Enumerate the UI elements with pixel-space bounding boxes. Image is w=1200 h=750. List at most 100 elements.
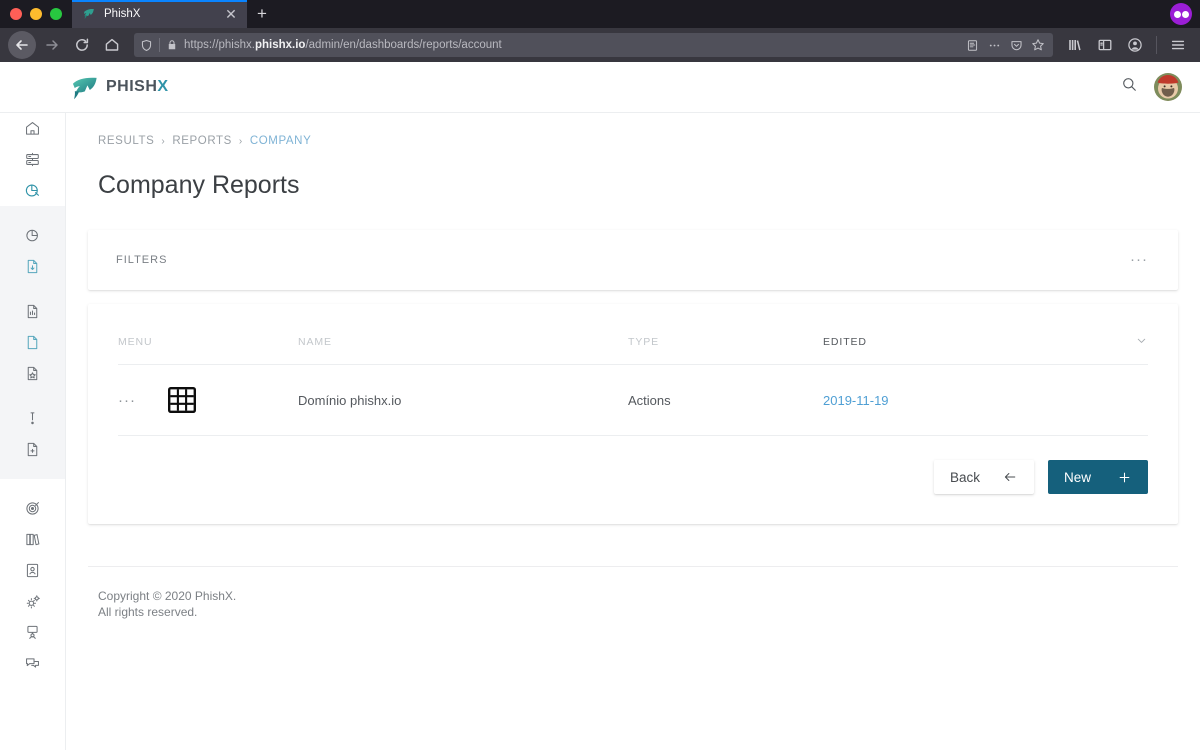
hamburger-menu-icon[interactable] (1164, 31, 1192, 59)
column-header-edited[interactable]: EDITED (823, 304, 1003, 365)
screen-recording-indicator-icon (1170, 3, 1192, 25)
sidebar-item-library[interactable] (0, 524, 66, 555)
sidebar-item-home[interactable] (0, 113, 66, 144)
breadcrumb-item-company[interactable]: COMPANY (250, 135, 312, 147)
avatar[interactable] (1154, 73, 1182, 101)
window-controls (0, 0, 72, 28)
tab-title: PhishX (104, 8, 141, 20)
page-content: RESULTS › REPORTS › COMPANY Company Repo… (66, 62, 1200, 750)
address-bar[interactable]: https://phishx.phishx.io/admin/en/dashbo… (134, 33, 1053, 57)
column-header-icon (168, 304, 298, 365)
browser-window: PhishX ✕ + https://phishx.phishx.io/admi… (0, 0, 1200, 750)
table-row[interactable]: ··· Domínio phishx.io Actions 2019-11-19 (118, 364, 1148, 436)
back-button[interactable]: Back (933, 460, 1034, 494)
sidebar-group-primary (0, 113, 65, 206)
sidebar-item-report-add[interactable] (0, 434, 66, 465)
filters-label: FILTERS (116, 254, 168, 266)
brand-logo[interactable]: PHISHX (0, 74, 169, 100)
sidebar-group-tools (0, 479, 65, 679)
padlock-icon[interactable] (166, 39, 178, 51)
table-actions: Back New (118, 436, 1148, 494)
left-sidebar (0, 62, 66, 750)
sidebar-item-messages[interactable] (0, 648, 66, 679)
arrow-left-icon (1002, 469, 1018, 485)
close-window-button[interactable] (10, 8, 22, 20)
browser-navbar: https://phishx.phishx.io/admin/en/dashbo… (0, 28, 1200, 62)
filters-panel[interactable]: FILTERS ··· (88, 230, 1178, 290)
sidebar-item-report-favorite[interactable] (0, 358, 66, 389)
browser-toolbar-right (1061, 31, 1192, 59)
maximize-window-button[interactable] (50, 8, 62, 20)
breadcrumb-separator: › (161, 135, 166, 147)
sidebar-icon[interactable] (1091, 31, 1119, 59)
account-icon[interactable] (1121, 31, 1149, 59)
ellipsis-icon[interactable]: ··· (1130, 252, 1148, 267)
sidebar-item-analytics[interactable] (0, 220, 66, 251)
grid-table-icon (168, 387, 196, 413)
breadcrumb-item-reports[interactable]: REPORTS (172, 135, 232, 147)
column-header-menu[interactable]: MENU (118, 304, 168, 365)
library-icon[interactable] (1061, 31, 1089, 59)
breadcrumb-separator: › (238, 135, 243, 147)
row-type-icon-cell (168, 364, 298, 436)
chevron-down-icon (1137, 338, 1146, 343)
minimize-window-button[interactable] (30, 8, 42, 20)
close-icon[interactable]: ✕ (223, 7, 239, 21)
new-tab-button[interactable]: + (247, 0, 277, 28)
sidebar-item-contacts[interactable] (0, 555, 66, 586)
sidebar-item-server[interactable] (0, 144, 66, 175)
home-icon[interactable] (98, 31, 126, 59)
toolbar-divider (1156, 36, 1157, 54)
row-menu-ellipsis-icon[interactable]: ··· (118, 392, 136, 409)
table-header-row: MENU NAME TYPE EDITED (118, 304, 1148, 365)
url-divider (159, 38, 160, 52)
column-header-type[interactable]: TYPE (628, 304, 823, 365)
phishx-application: PHISHX RESULTS › REPORTS › COMPANY Compa… (0, 62, 1200, 750)
browser-tabstrip: PhishX ✕ + (0, 0, 1200, 28)
reader-view-icon[interactable] (966, 39, 979, 52)
sidebar-item-training[interactable] (0, 617, 66, 648)
back-button-label: Back (949, 469, 980, 485)
sidebar-item-report-chart[interactable] (0, 296, 66, 327)
footer-copyright: Copyright © 2020 PhishX. (98, 589, 237, 603)
pocket-icon[interactable] (1010, 39, 1023, 52)
fish-favicon (84, 8, 94, 19)
new-button[interactable]: New (1048, 460, 1148, 494)
back-arrow-icon[interactable] (8, 31, 36, 59)
header-actions (1121, 73, 1182, 101)
bookmark-star-icon[interactable] (1031, 38, 1045, 52)
url-text[interactable]: https://phishx.phishx.io/admin/en/dashbo… (184, 39, 960, 51)
reload-icon[interactable] (68, 31, 96, 59)
reports-table-card: MENU NAME TYPE EDITED ··· Domínio phishx… (88, 304, 1178, 524)
sidebar-item-report-download[interactable] (0, 251, 66, 282)
forward-arrow-icon[interactable] (38, 31, 66, 59)
sidebar-item-report-blank[interactable] (0, 327, 66, 358)
footer: Copyright © 2020 PhishX. All rights rese… (66, 567, 1200, 620)
reports-table: MENU NAME TYPE EDITED ··· Domínio phishx… (118, 304, 1148, 436)
sort-direction-toggle[interactable] (1003, 304, 1148, 365)
row-edited-date[interactable]: 2019-11-19 (823, 393, 889, 408)
column-header-name[interactable]: NAME (298, 304, 628, 365)
page-actions-ellipsis-icon[interactable] (987, 39, 1002, 52)
search-icon[interactable] (1121, 76, 1138, 98)
panels: FILTERS ··· MENU NAME TYPE EDITED ··· Do… (66, 200, 1200, 524)
sidebar-item-dashboard-active[interactable] (0, 175, 66, 206)
page-title: Company Reports (98, 171, 300, 199)
row-type-cell: Actions (628, 364, 823, 436)
sidebar-item-settings[interactable] (0, 586, 66, 617)
sidebar-item-alerts[interactable] (0, 403, 66, 434)
sidebar-group-reports (0, 206, 65, 479)
row-menu-cell[interactable]: ··· (118, 364, 168, 436)
tracking-protection-shield-icon[interactable] (140, 39, 153, 52)
sidebar-item-campaigns[interactable] (0, 493, 66, 524)
footer-rights: All rights reserved. (98, 604, 198, 619)
row-spacer-cell (1003, 364, 1148, 436)
browser-tab-phishx[interactable]: PhishX ✕ (72, 0, 247, 28)
app-header: PHISHX (0, 62, 1200, 113)
table-body: ··· Domínio phishx.io Actions 2019-11-19 (118, 364, 1148, 436)
table-head: MENU NAME TYPE EDITED (118, 304, 1148, 365)
main-region: PHISHX RESULTS › REPORTS › COMPANY Compa… (0, 62, 1200, 750)
breadcrumb-item-results[interactable]: RESULTS (98, 135, 154, 147)
new-button-label: New (1064, 469, 1092, 485)
row-name-cell: Domínio phishx.io (298, 364, 628, 436)
